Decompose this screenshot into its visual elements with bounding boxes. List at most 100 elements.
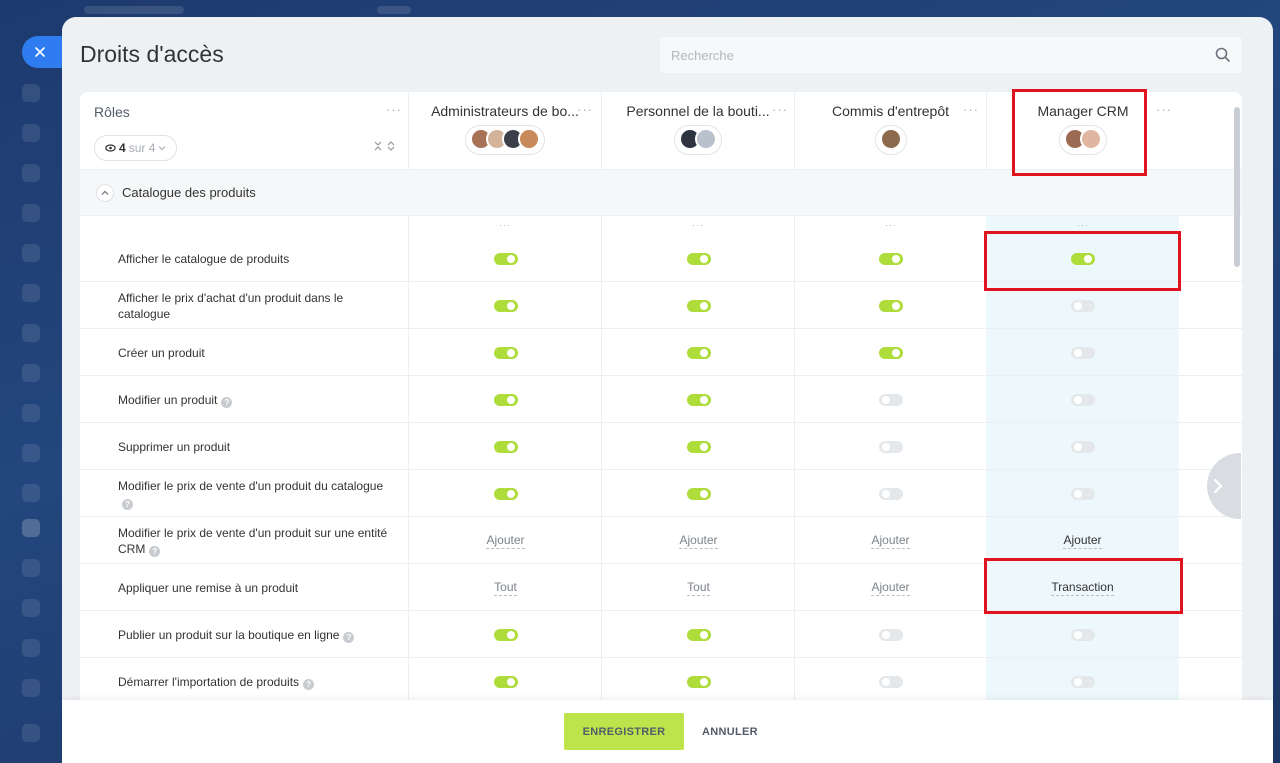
permission-toggle[interactable] [686,393,711,406]
permission-toggle[interactable] [493,440,518,453]
permission-value-select[interactable]: Ajouter [1063,533,1102,549]
permission-toggle[interactable] [493,487,518,500]
help-icon[interactable]: ? [303,678,315,690]
nav-icon[interactable] [22,519,40,537]
nav-icon[interactable] [22,599,40,617]
nav-icon[interactable] [22,679,40,697]
role-avatars [465,125,545,155]
scrollbar[interactable] [1234,107,1240,267]
permission-toggle[interactable] [493,299,518,312]
permission-cell [794,329,987,376]
permission-toggle[interactable] [686,440,711,453]
permission-cell [794,470,987,517]
permission-value-select[interactable]: Ajouter [871,580,910,596]
close-slider-button[interactable] [22,36,62,68]
permission-toggle[interactable] [686,252,711,265]
help-icon[interactable]: ? [343,631,355,643]
nav-icon[interactable] [22,559,40,577]
permission-cell: Ajouter [986,517,1179,564]
permission-toggle[interactable] [1070,628,1095,641]
permission-label: Appliquer une remise à un produit [118,564,398,611]
permission-toggle[interactable] [493,675,518,688]
permission-value-select[interactable]: Ajouter [486,533,525,549]
permission-toggle[interactable] [1070,346,1095,359]
permission-cell [986,611,1179,658]
permission-row: Publier un produit sur la boutique en li… [80,611,1242,658]
role-menu-icon[interactable]: ··· [1156,103,1172,116]
search-input[interactable] [660,37,1242,73]
permission-value-select[interactable]: Ajouter [871,533,910,549]
permission-toggle[interactable] [493,252,518,265]
column-menu-icon[interactable]: ··· [499,221,511,230]
permission-toggle[interactable] [1070,440,1095,453]
permission-label: Modifier le prix de vente d'un produit d… [118,470,398,517]
chevron-up-icon[interactable] [96,184,114,202]
save-button[interactable]: ENREGISTRER [564,713,684,750]
nav-icon[interactable] [22,724,40,742]
collapse-expand-icon[interactable] [374,140,396,152]
permission-value-select[interactable]: Tout [494,580,517,596]
help-icon[interactable]: ? [221,396,233,408]
permission-label-text: Créer un produit [118,345,205,360]
nav-icon[interactable] [22,404,40,422]
permission-toggle[interactable] [686,487,711,500]
permission-value-select[interactable]: Ajouter [679,533,718,549]
nav-icon[interactable] [22,324,40,342]
permission-toggle[interactable] [1070,487,1095,500]
permission-cell [409,376,602,423]
permission-toggle[interactable] [878,252,903,265]
permission-toggle[interactable] [493,346,518,359]
permission-toggle[interactable] [878,628,903,641]
permission-toggle[interactable] [878,299,903,312]
nav-icon[interactable] [22,364,40,382]
highlight-box [1012,89,1147,176]
nav-icon[interactable] [22,284,40,302]
permission-toggle[interactable] [686,299,711,312]
permission-value-select[interactable]: Tout [687,580,710,596]
permission-toggle[interactable] [1070,299,1095,312]
column-menu-icon[interactable]: ··· [885,221,897,230]
search-box[interactable] [660,37,1242,73]
nav-icon[interactable] [22,444,40,462]
role-menu-icon[interactable]: ··· [577,103,593,116]
permission-toggle[interactable] [878,440,903,453]
permission-toggle[interactable] [878,675,903,688]
roles-counter[interactable]: 4 sur 4 [94,135,178,161]
permission-toggle[interactable] [1070,393,1095,406]
nav-icon[interactable] [22,639,40,657]
role-column-header[interactable]: Personnel de la bouti... ··· [602,92,795,170]
help-icon[interactable]: ? [149,545,161,557]
permission-toggle[interactable] [878,393,903,406]
permission-toggle[interactable] [493,393,518,406]
column-menu-icon[interactable]: ··· [692,221,704,230]
permission-toggle[interactable] [1070,675,1095,688]
help-icon[interactable]: ? [122,498,133,510]
permission-toggle[interactable] [878,346,903,359]
nav-icon[interactable] [22,204,40,222]
role-column-header[interactable]: Commis d'entrepôt ··· [795,92,987,170]
section-catalogue[interactable]: Catalogue des produits [80,170,1242,216]
permission-toggle[interactable] [686,628,711,641]
permission-label-text: Modifier un produit [118,392,218,407]
column-menu-icon[interactable]: ··· [1077,221,1089,230]
cancel-button[interactable]: ANNULER [694,713,766,750]
role-menu-icon[interactable]: ··· [963,103,979,116]
permission-toggle[interactable] [493,628,518,641]
role-column-header[interactable]: Administrateurs de bo... ··· [409,92,602,170]
close-icon [35,47,45,57]
permission-row: Modifier le prix de vente d'un produit d… [80,470,1242,517]
nav-icon[interactable] [22,164,40,182]
nav-icon[interactable] [22,124,40,142]
permission-label: Afficher le prix d'achat d'un produit da… [118,282,398,329]
nav-icon[interactable] [22,484,40,502]
role-name: Administrateurs de bo... [431,103,579,119]
nav-icon[interactable] [22,84,40,102]
permission-toggle[interactable] [686,346,711,359]
roles-menu-icon[interactable]: ··· [386,103,402,116]
permission-label-text: Modifier le prix de vente d'un produit d… [118,478,384,493]
permission-toggle[interactable] [878,487,903,500]
nav-icon[interactable] [22,244,40,262]
permission-toggle[interactable] [686,675,711,688]
role-menu-icon[interactable]: ··· [772,103,788,116]
search-icon[interactable] [1214,46,1232,64]
